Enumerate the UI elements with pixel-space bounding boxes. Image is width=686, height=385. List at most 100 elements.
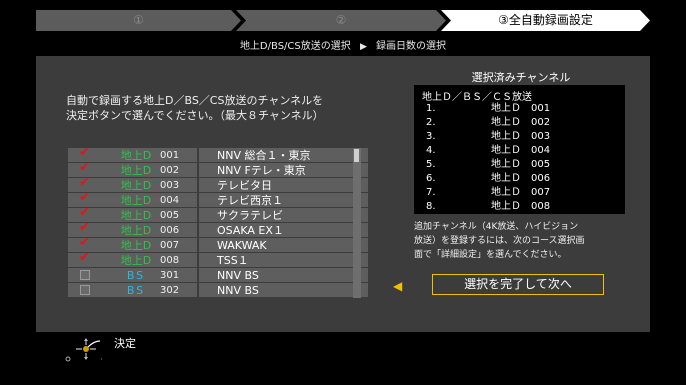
channel-row[interactable]: ✔ 地上D 001 NNV 総合１・東京 bbox=[68, 146, 368, 163]
column-divider bbox=[197, 238, 199, 253]
sub-step-next: 録画日数の選択 bbox=[376, 41, 447, 52]
selected-channels-title: 選択済みチャンネル bbox=[471, 71, 571, 84]
selected-number: 003 bbox=[531, 131, 551, 142]
channel-type: 地上D bbox=[120, 194, 152, 207]
column-divider bbox=[197, 268, 199, 283]
enter-label: 決定 bbox=[114, 337, 136, 350]
selected-index: 7. bbox=[426, 187, 436, 198]
channel-type: 地上D bbox=[120, 239, 152, 252]
checked-checkbox-icon[interactable]: ✔ bbox=[79, 206, 90, 220]
selected-index: 5. bbox=[426, 159, 436, 170]
channel-row[interactable]: ✔ 地上D 005 サクラテレビ bbox=[68, 206, 368, 223]
selected-channel-item: 8. 地上Ｄ 008 bbox=[414, 200, 625, 214]
channel-number: 001 bbox=[160, 150, 180, 161]
selected-channel-item: 2. 地上Ｄ 002 bbox=[414, 116, 625, 130]
selected-channel-item: 7. 地上Ｄ 007 bbox=[414, 186, 625, 200]
channel-number: 008 bbox=[160, 255, 180, 266]
selected-channel-item: 6. 地上Ｄ 006 bbox=[414, 172, 625, 186]
channel-type: 地上D bbox=[120, 224, 152, 237]
channel-row[interactable]: BS 302 NNV BS bbox=[68, 283, 368, 298]
sub-step-current: 地上D/BS/CS放送の選択 bbox=[239, 41, 351, 52]
column-divider bbox=[197, 253, 199, 268]
channel-name: NNV Fテレ・東京 bbox=[217, 164, 306, 177]
selected-channel-item: 4. 地上Ｄ 004 bbox=[414, 144, 625, 158]
channel-number: 004 bbox=[160, 195, 180, 206]
channel-name: OSAKA EX１ bbox=[217, 224, 284, 237]
column-divider bbox=[197, 163, 199, 178]
channel-name: NNV BS bbox=[217, 284, 259, 297]
checked-checkbox-icon[interactable]: ✔ bbox=[79, 161, 90, 175]
column-divider bbox=[197, 148, 199, 163]
channel-row[interactable]: ✔ 地上D 007 WAKWAK bbox=[68, 236, 368, 253]
step-2: ② bbox=[236, 10, 446, 31]
selected-type: 地上Ｄ bbox=[491, 173, 521, 184]
channel-number: 302 bbox=[160, 285, 180, 296]
selected-number: 005 bbox=[531, 159, 551, 170]
channel-name: テレビ西京１ bbox=[217, 194, 283, 207]
selected-type: 地上Ｄ bbox=[491, 103, 521, 114]
channel-type: 地上D bbox=[120, 179, 152, 192]
column-divider bbox=[197, 283, 199, 298]
channel-name: サクラテレビ bbox=[217, 209, 283, 222]
checkmark-icon: ✔ bbox=[79, 175, 90, 190]
column-divider bbox=[197, 223, 199, 238]
column-divider bbox=[197, 178, 199, 193]
selected-number: 001 bbox=[531, 103, 551, 114]
channel-row[interactable]: BS 301 NNV BS bbox=[68, 268, 368, 283]
channel-row[interactable]: ✔ 地上D 008 TSS１ bbox=[68, 251, 368, 268]
left-triangle-icon: ◀ bbox=[393, 279, 403, 293]
channel-row[interactable]: ✔ 地上D 006 OSAKA EX１ bbox=[68, 221, 368, 238]
selected-number: 006 bbox=[531, 173, 551, 184]
channel-name: テレビタ日 bbox=[217, 179, 272, 192]
channel-row[interactable]: ✔ 地上D 002 NNV Fテレ・東京 bbox=[68, 161, 368, 178]
checked-checkbox-icon[interactable]: ✔ bbox=[79, 221, 90, 235]
checkmark-icon: ✔ bbox=[79, 250, 90, 265]
checkmark-icon: ✔ bbox=[79, 220, 90, 235]
column-divider bbox=[197, 208, 199, 223]
selected-type: 地上Ｄ bbox=[491, 145, 521, 156]
channel-number: 002 bbox=[160, 165, 180, 176]
selected-number: 002 bbox=[531, 117, 551, 128]
selected-channels-header: 地上Ｄ／ＢＳ／ＣＳ放送 bbox=[422, 92, 532, 103]
channel-number: 003 bbox=[160, 180, 180, 191]
sub-step-breadcrumb: 地上D/BS/CS放送の選択 ▶ 録画日数の選択 bbox=[0, 37, 686, 52]
channel-name: NNV 総合１・東京 bbox=[217, 149, 311, 162]
dpad-icon bbox=[65, 338, 102, 362]
step-1: ① bbox=[36, 10, 241, 31]
channel-row[interactable]: ✔ 地上D 004 テレビ西京１ bbox=[68, 191, 368, 208]
scrollbar[interactable] bbox=[353, 148, 361, 298]
channel-list: ✔ 地上D 001 NNV 総合１・東京 ✔ 地上D 002 NNV Fテレ・東京 ✔ 地上D 00… bbox=[68, 146, 368, 298]
selected-channel-item: 3. 地上Ｄ 003 bbox=[414, 130, 625, 144]
channel-name: NNV BS bbox=[217, 269, 259, 282]
checkbox-icon[interactable] bbox=[80, 285, 90, 295]
channel-type: 地上D bbox=[120, 164, 152, 177]
selected-index: 1. bbox=[426, 103, 436, 114]
channel-row[interactable]: ✔ 地上D 003 テレビタ日 bbox=[68, 176, 368, 193]
checkbox-icon[interactable] bbox=[80, 270, 90, 280]
channel-number: 006 bbox=[160, 225, 180, 236]
selected-index: 3. bbox=[426, 131, 436, 142]
channel-type: 地上D bbox=[120, 254, 152, 267]
channel-name: WAKWAK bbox=[217, 239, 267, 252]
selected-number: 004 bbox=[531, 145, 551, 156]
checked-checkbox-icon[interactable]: ✔ bbox=[79, 236, 90, 250]
checkmark-icon: ✔ bbox=[79, 160, 90, 175]
selected-index: 2. bbox=[426, 117, 436, 128]
checked-checkbox-icon[interactable]: ✔ bbox=[79, 176, 90, 190]
checkmark-icon: ✔ bbox=[79, 235, 90, 250]
checked-checkbox-icon[interactable]: ✔ bbox=[79, 251, 90, 265]
checked-checkbox-icon[interactable]: ✔ bbox=[79, 146, 90, 160]
checked-checkbox-icon[interactable]: ✔ bbox=[79, 191, 90, 205]
selected-type: 地上Ｄ bbox=[491, 131, 521, 142]
scrollbar-thumb[interactable] bbox=[354, 149, 359, 162]
checkmark-icon: ✔ bbox=[79, 190, 90, 205]
channel-number: 301 bbox=[160, 270, 180, 281]
selected-type: 地上Ｄ bbox=[491, 159, 521, 170]
instruction-text: 自動で録画する地上D／BS／CS放送のチャンネルを 決定ボタンで選んでください。… bbox=[66, 94, 324, 122]
selected-channels-box: 地上Ｄ／ＢＳ／ＣＳ放送 1. 地上Ｄ 001 2. 地上Ｄ 002 3. 地上Ｄ 003 4. 地上… bbox=[414, 85, 625, 214]
complete-selection-button[interactable]: 選択を完了して次へ bbox=[432, 274, 604, 295]
channel-type: BS bbox=[126, 269, 146, 282]
selected-type: 地上Ｄ bbox=[491, 201, 521, 212]
checkmark-icon: ✔ bbox=[79, 145, 90, 160]
channel-number: 007 bbox=[160, 240, 180, 251]
